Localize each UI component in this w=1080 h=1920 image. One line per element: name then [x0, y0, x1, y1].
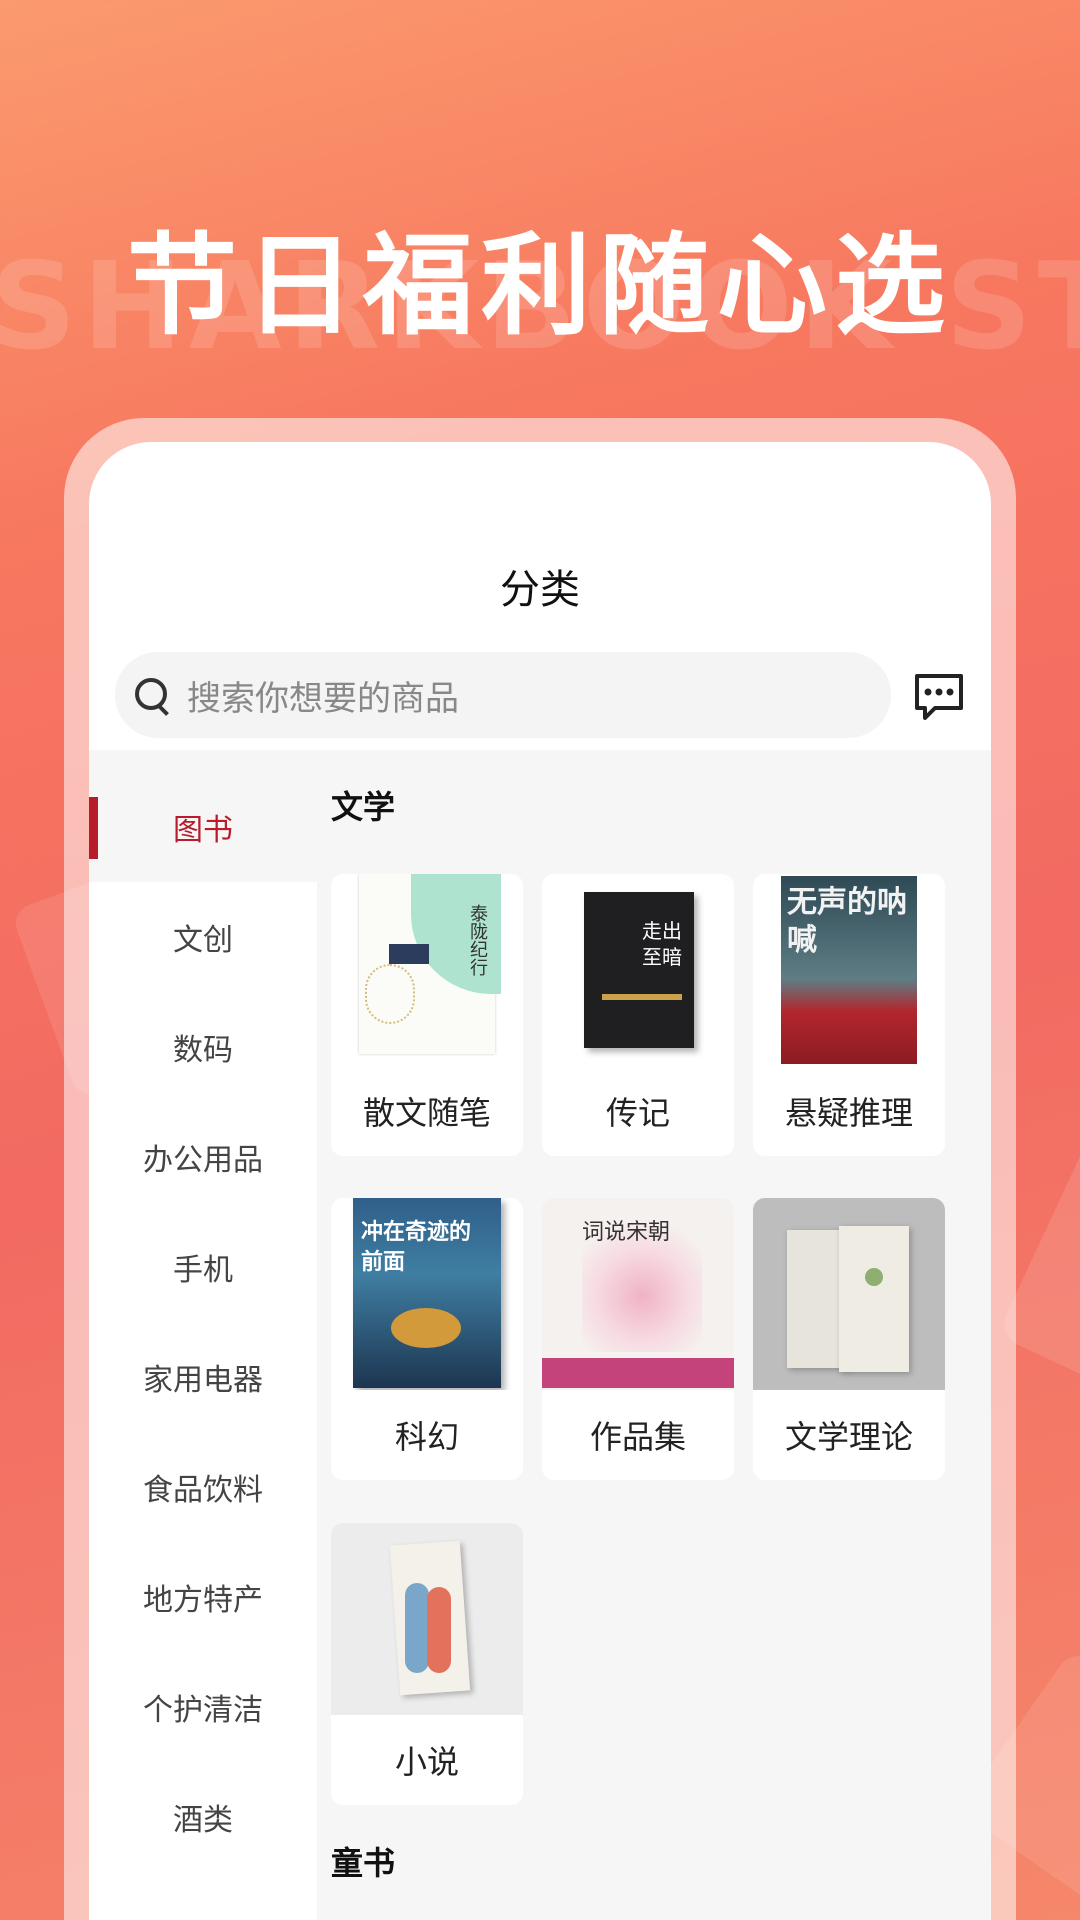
section-title-childrens-books: 童书: [331, 1844, 396, 1882]
sidebar-item-label: 手机: [173, 1253, 233, 1288]
sidebar-item-label: 图书: [173, 813, 233, 848]
category-label: 文学理论: [784, 1418, 913, 1456]
sidebar-item-books[interactable]: 图书: [89, 772, 317, 882]
sidebar-item-local-specialty[interactable]: 地方特产: [89, 1542, 317, 1652]
category-card-collected-works[interactable]: 词说宋朝 作品集: [542, 1198, 734, 1480]
category-label: 小说: [394, 1743, 459, 1781]
sidebar-item-personal-care[interactable]: 个护清洁: [89, 1652, 317, 1762]
category-card-mystery[interactable]: 无声的呐喊 悬疑推理: [753, 874, 945, 1156]
sidebar-item-label: 个护清洁: [143, 1693, 263, 1728]
category-body: 图书 文创 数码 办公用品 手机 家用电器 食品饮料 地方特产 个护清洁 酒类 …: [89, 750, 991, 1920]
sidebar-list: 文创 数码 办公用品 手机 家用电器 食品饮料 地方特产 个护清洁 酒类: [89, 882, 317, 1920]
sidebar-item-office[interactable]: 办公用品: [89, 1102, 317, 1212]
category-label: 传记: [605, 1094, 670, 1132]
category-label: 悬疑推理: [784, 1094, 913, 1132]
search-icon: [135, 678, 169, 712]
sidebar-item-food[interactable]: 食品饮料: [89, 1432, 317, 1542]
sidebar-item-phones[interactable]: 手机: [89, 1212, 317, 1322]
sidebar-item-label: 文创: [173, 923, 233, 958]
sidebar-item-label: 数码: [173, 1033, 233, 1068]
book-cover: 冲在奇迹的前面: [331, 1198, 523, 1390]
book-cover: 走出至暗: [542, 874, 734, 1066]
book-cover-title: 冲在奇迹的前面: [361, 1220, 472, 1275]
book-cover-title: 走出至暗: [642, 919, 682, 969]
book-cover-title: 词说宋朝: [582, 1220, 671, 1245]
book-cover-title: 泰陇纪行: [467, 904, 488, 976]
category-card-literary-theory[interactable]: 文学理论: [753, 1198, 945, 1480]
book-cover: 泰陇纪行: [331, 874, 523, 1066]
sidebar-item-label: 地方特产: [143, 1583, 263, 1618]
book-cover: 词说宋朝: [542, 1198, 734, 1390]
category-card-essays[interactable]: 泰陇纪行 散文随笔: [331, 874, 523, 1156]
sidebar-item-digital[interactable]: 数码: [89, 992, 317, 1102]
category-card-biography[interactable]: 走出至暗 传记: [542, 874, 734, 1156]
sidebar-item-stationery[interactable]: 文创: [89, 882, 317, 992]
book-cover: 无声的呐喊: [753, 874, 945, 1066]
category-card-novels[interactable]: 小说: [331, 1523, 523, 1805]
sidebar-item-label: 食品饮料: [143, 1473, 263, 1508]
promo-headline: 节日福利随心选: [127, 222, 953, 350]
book-cover: [331, 1523, 523, 1715]
section-title-literature: 文学: [331, 788, 396, 826]
category-label: 散文随笔: [362, 1094, 491, 1132]
category-card-scifi[interactable]: 冲在奇迹的前面 科幻: [331, 1198, 523, 1480]
category-label: 科幻: [394, 1418, 459, 1456]
book-cover-title: 无声的呐喊: [787, 885, 907, 958]
sidebar-item-appliances[interactable]: 家用电器: [89, 1322, 317, 1432]
sidebar-item-liquor[interactable]: 酒类: [89, 1762, 317, 1872]
sidebar-item-label: 酒类: [173, 1803, 233, 1838]
search-bar[interactable]: 搜索你想要的商品: [115, 652, 891, 738]
message-icon[interactable]: [911, 668, 967, 724]
category-label: 作品集: [589, 1418, 686, 1456]
sidebar-item-label: 家用电器: [143, 1363, 263, 1398]
sidebar-item-label: 办公用品: [143, 1143, 263, 1178]
page-title: 分类: [500, 567, 580, 613]
search-input[interactable]: 搜索你想要的商品: [187, 671, 459, 720]
phone-screen: 分类 搜索你想要的商品 图书 文创 数码 办公用品 手机 家用电器 食品饮料 地…: [89, 442, 991, 1920]
book-cover: [753, 1198, 945, 1390]
category-sidebar: 图书 文创 数码 办公用品 手机 家用电器 食品饮料 地方特产 个护清洁 酒类: [89, 750, 317, 1920]
category-content: 文学 泰陇纪行 散文随笔 走出至暗 传记 无声的呐喊 悬疑推理 冲在奇迹的前面 …: [317, 750, 991, 1920]
